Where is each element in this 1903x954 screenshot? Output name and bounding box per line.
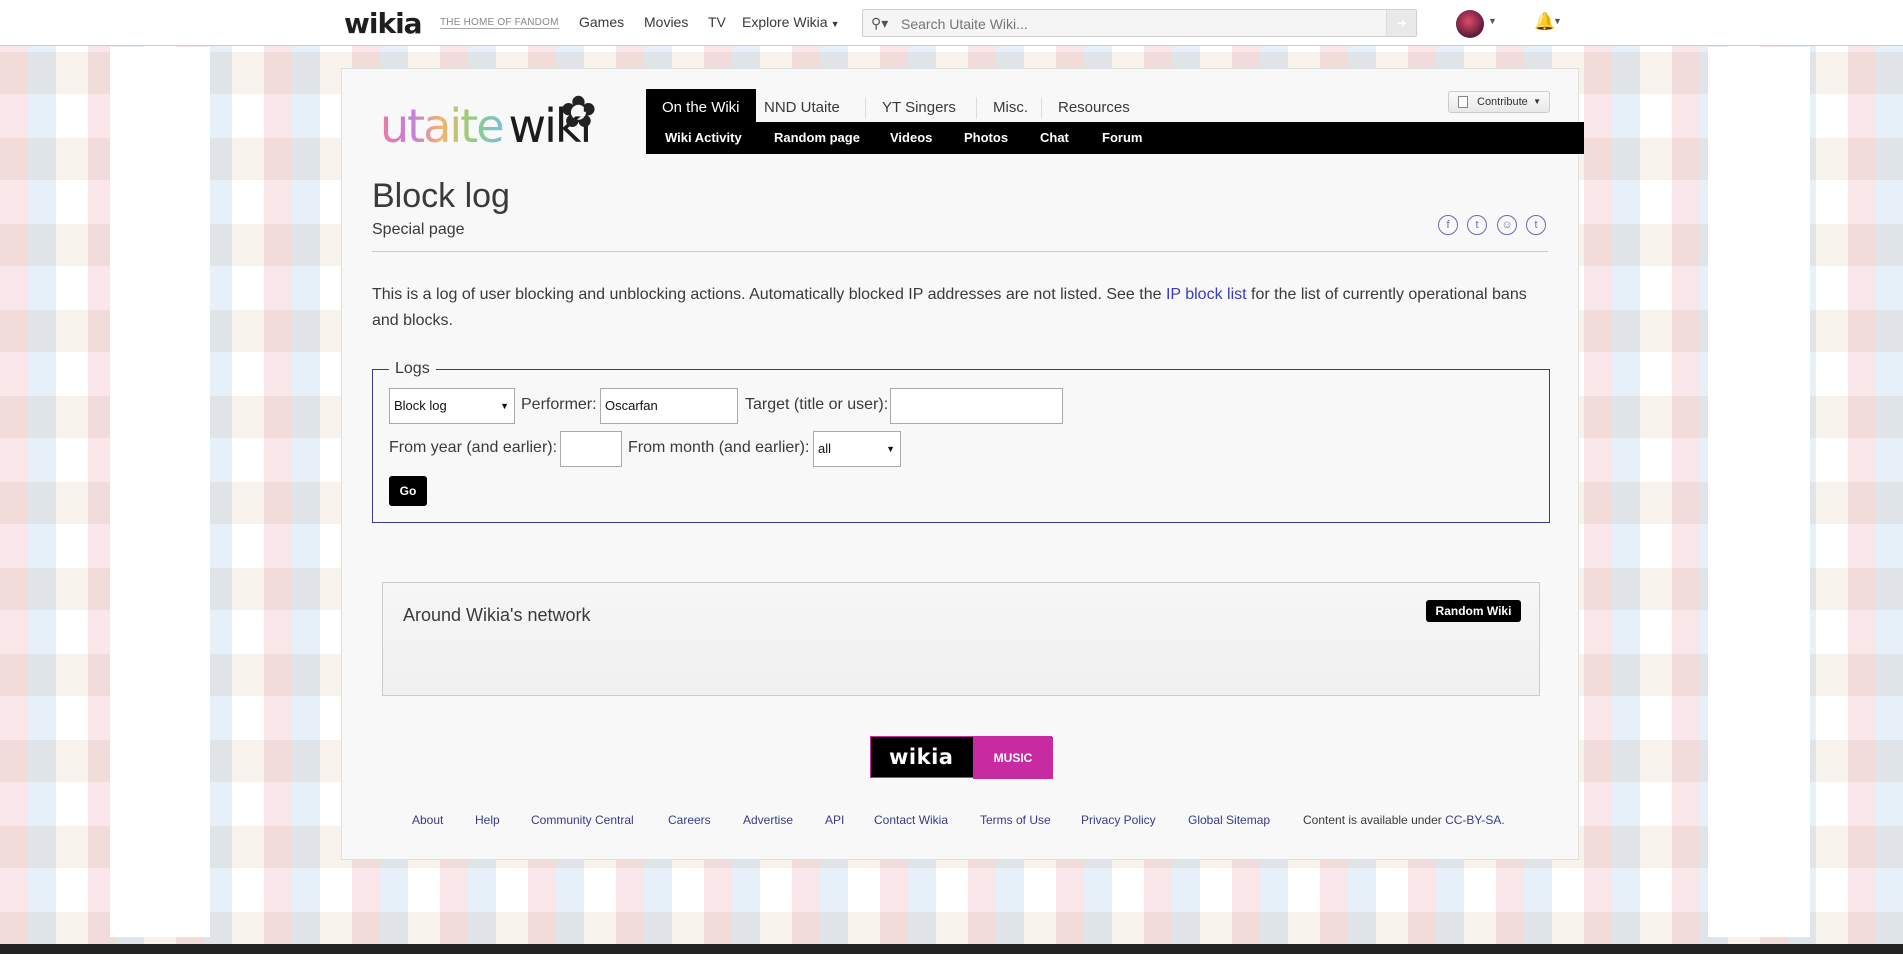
global-nav: wikia THE HOME OF FANDOM Games Movies TV… (0, 0, 1903, 46)
nav-movies[interactable]: Movies (644, 14, 688, 30)
go-button[interactable]: Go (389, 476, 427, 506)
tab-resources[interactable]: Resources (1042, 89, 1146, 123)
footer-help[interactable]: Help (475, 813, 500, 827)
year-field[interactable] (560, 431, 622, 467)
tab-yt-singers[interactable]: YT Singers (866, 89, 972, 123)
tab-on-the-wiki[interactable]: On the Wiki (646, 89, 756, 123)
footer-about[interactable]: About (412, 813, 443, 827)
chevron-down-icon[interactable]: ▼ (1488, 16, 1497, 26)
chevron-down-icon[interactable]: ▼ (1553, 16, 1562, 26)
nav-explore-label: Explore Wikia (742, 14, 828, 30)
brand-music: MUSIC (973, 737, 1053, 779)
wiki-logo-text: utaite (380, 99, 504, 153)
contribute-button[interactable]: Contribute ▼ (1448, 91, 1550, 113)
subnav-videos[interactable]: Videos (890, 122, 932, 154)
wiki-page: utaite wiki ✿ On the Wiki NND Utaite YT S… (341, 68, 1584, 860)
license-link[interactable]: CC-BY-SA. (1445, 813, 1505, 827)
footer-global-sitemap[interactable]: Global Sitemap (1188, 813, 1270, 827)
nav-explore-wikia[interactable]: Explore Wikia ▼ (742, 14, 840, 30)
butterfly-icon: ✿ (560, 88, 597, 137)
reddit-icon[interactable]: ☺ (1497, 215, 1517, 235)
subnav-random-page[interactable]: Random page (774, 122, 860, 154)
search-input[interactable] (901, 14, 1371, 34)
footer-community-central[interactable]: Community Central (531, 813, 634, 827)
target-label: Target (title or user): (745, 396, 889, 413)
license-text: Content is available under (1303, 813, 1446, 827)
search-box: ⚲▾ ➜ (862, 9, 1417, 37)
search-submit-button[interactable]: ➜ (1386, 10, 1416, 36)
contribute-label: Contribute (1477, 96, 1528, 108)
month-label: From month (and earlier): (628, 439, 810, 456)
page-title: Block log (372, 177, 510, 215)
os-taskbar-edge (0, 944, 1903, 954)
footer-careers[interactable]: Careers (668, 813, 711, 827)
subnav-wiki-activity[interactable]: Wiki Activity (665, 122, 742, 154)
nav-games[interactable]: Games (579, 14, 624, 30)
wikia-tagline[interactable]: THE HOME OF FANDOM (440, 17, 559, 29)
target-field[interactable] (890, 388, 1063, 424)
subnav-photos[interactable]: Photos (964, 122, 1008, 154)
logs-legend: Logs (389, 360, 436, 378)
page-subtitle: Special page (372, 221, 465, 238)
footer-api[interactable]: API (825, 813, 844, 827)
footer-contact-wikia[interactable]: Contact Wikia (874, 813, 948, 827)
chevron-down-icon: ▼ (886, 444, 895, 454)
intro-text: This is a log of user blocking and unblo… (372, 282, 1552, 334)
performer-label: Performer: (521, 396, 597, 413)
page-icon (1458, 96, 1468, 108)
subnav-forum[interactable]: Forum (1102, 122, 1142, 154)
month-value: all (818, 441, 832, 456)
chevron-down-icon: ▼ (500, 401, 509, 411)
title-divider (372, 251, 1548, 252)
footer-terms-of-use[interactable]: Terms of Use (980, 813, 1051, 827)
tab-nnd-utaite[interactable]: NND Utaite (748, 89, 856, 123)
search-icon[interactable]: ⚲▾ (871, 15, 888, 32)
month-select[interactable]: all ▼ (813, 431, 901, 467)
logs-form: Logs Block log ▼ Performer: Oscarfan Targ… (372, 360, 1550, 523)
year-label: From year (and earlier): (389, 439, 558, 456)
tab-misc[interactable]: Misc. (977, 89, 1044, 123)
ip-block-list-link[interactable]: IP block list (1166, 286, 1247, 303)
intro-before: This is a log of user blocking and unblo… (372, 286, 1166, 303)
bg-gap-right (1708, 47, 1810, 937)
twitter-icon[interactable]: t (1467, 215, 1487, 235)
network-title: Around Wikia's network (403, 605, 591, 625)
brand-wikia: wikia (889, 745, 954, 769)
footer-privacy-policy[interactable]: Privacy Policy (1081, 813, 1156, 827)
log-type-value: Block log (394, 398, 447, 413)
log-type-select[interactable]: Block log ▼ (389, 388, 515, 424)
subnav-chat[interactable]: Chat (1040, 122, 1069, 154)
bg-gap-left (110, 47, 210, 937)
chevron-down-icon: ▼ (1533, 97, 1541, 106)
wiki-logo[interactable]: utaite wiki (380, 99, 592, 159)
random-wiki-button[interactable]: Random Wiki (1426, 600, 1521, 622)
wikia-music-logo[interactable]: wikia MUSIC (870, 736, 1053, 779)
performer-field[interactable]: Oscarfan (600, 388, 738, 424)
wikia-network-module: Around Wikia's network Random Wiki (382, 582, 1540, 696)
bell-icon[interactable]: 🔔 (1534, 12, 1555, 32)
tumblr-icon[interactable]: t (1526, 215, 1546, 235)
wiki-subnav: Wiki Activity Random page Videos Photos … (646, 122, 1584, 154)
footer-advertise[interactable]: Advertise (743, 813, 793, 827)
footer-license: Content is available under CC-BY-SA. (1303, 813, 1505, 827)
avatar[interactable] (1456, 10, 1484, 38)
facebook-icon[interactable]: f (1438, 215, 1458, 235)
nav-tv[interactable]: TV (708, 14, 726, 30)
chevron-down-icon: ▼ (830, 19, 840, 29)
wikia-logo[interactable]: wikia (344, 7, 423, 40)
